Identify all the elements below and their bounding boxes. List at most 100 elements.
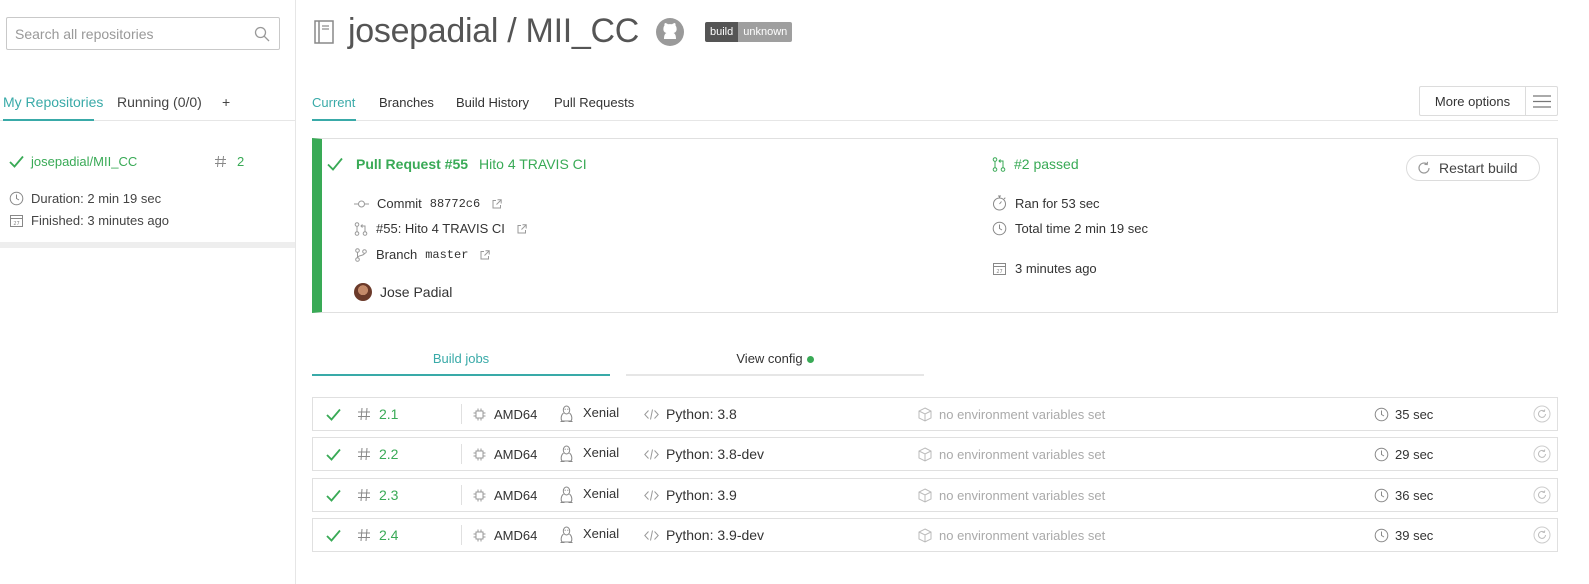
author-name: Jose Padial: [380, 284, 453, 300]
check-icon: [326, 519, 341, 551]
pull-request-link[interactable]: Pull Request #55: [356, 156, 468, 172]
github-icon[interactable]: [655, 17, 685, 47]
search-input[interactable]: [7, 18, 237, 49]
restart-job-icon[interactable]: [1533, 438, 1551, 470]
restart-job-icon[interactable]: [1533, 519, 1551, 551]
tab-build-history[interactable]: Build History: [456, 95, 529, 110]
tab-current[interactable]: Current: [312, 95, 355, 110]
job-os: Xenial: [583, 444, 620, 460]
job-tabs: Build jobs View config: [312, 345, 932, 377]
main-tabs: Current Branches Build History Pull Requ…: [312, 86, 1558, 121]
build-status-link[interactable]: #2 passed: [1014, 156, 1079, 172]
job-language: Python: 3.8: [666, 406, 737, 422]
search-box[interactable]: [6, 17, 280, 50]
avatar: [354, 283, 372, 301]
cpu-icon: [473, 398, 486, 430]
tab-my-repositories[interactable]: My Repositories: [3, 94, 103, 110]
external-link-icon[interactable]: [517, 223, 527, 234]
linux-icon: [559, 519, 574, 551]
pull-request-number-link[interactable]: #55: Hito 4 TRAVIS CI: [376, 221, 505, 236]
repo-list-item[interactable]: josepadial/MII_CC 2 Duration: 2 min 19 s…: [0, 140, 295, 248]
check-icon: [326, 479, 341, 511]
job-duration: 36 sec: [1395, 487, 1434, 503]
linux-icon: [559, 398, 574, 430]
job-number-link[interactable]: 2.1: [379, 398, 398, 430]
restart-build-button[interactable]: Restart build: [1406, 155, 1540, 181]
restart-build-label: Restart build: [1439, 160, 1518, 176]
tab-add[interactable]: +: [222, 94, 230, 110]
restart-job-icon[interactable]: [1533, 479, 1551, 511]
tab-view-config[interactable]: View config: [626, 345, 924, 376]
config-status-dot: [806, 356, 814, 364]
external-link-icon[interactable]: [480, 249, 491, 260]
tab-build-jobs[interactable]: Build jobs: [312, 345, 610, 376]
divider: [461, 485, 462, 505]
job-row[interactable]: 2.1 AMD64 Xenial Python: 3.8 no environm…: [312, 397, 1558, 431]
env-box-icon: [918, 479, 932, 511]
job-row[interactable]: 2.3 AMD64 Xenial Python: 3.9 no environm…: [312, 478, 1558, 512]
cpu-icon: [473, 479, 486, 511]
job-os: Xenial: [583, 485, 620, 501]
linux-icon: [559, 438, 574, 470]
code-icon: [644, 479, 659, 511]
repo-finished: Finished: 3 minutes ago: [31, 213, 170, 228]
job-language: Python: 3.8-dev: [666, 446, 765, 462]
job-env: no environment variables set: [939, 446, 1106, 462]
check-icon: [326, 438, 341, 470]
more-options-button[interactable]: More options: [1419, 86, 1558, 116]
job-number-link[interactable]: 2.3: [379, 479, 398, 511]
repo-book-icon: [312, 19, 336, 45]
tab-branches[interactable]: Branches: [379, 95, 434, 110]
calendar-icon: 27: [9, 213, 24, 228]
job-env: no environment variables set: [939, 487, 1106, 503]
badge-value: unknown: [738, 21, 793, 42]
job-duration: 35 sec: [1395, 406, 1434, 422]
commit-hash-link[interactable]: 88772c6: [430, 197, 480, 211]
linux-icon: [559, 479, 574, 511]
commit-icon: [354, 199, 369, 209]
restart-job-icon[interactable]: [1533, 398, 1551, 430]
svg-text:27: 27: [996, 269, 1002, 275]
restart-icon: [1417, 161, 1431, 175]
job-number-link[interactable]: 2.2: [379, 438, 398, 470]
repo-name-link[interactable]: josepadial/MII_CC: [31, 154, 137, 169]
env-box-icon: [918, 519, 932, 551]
active-tab-indicator: [3, 119, 94, 121]
search-icon[interactable]: [254, 26, 270, 42]
job-row[interactable]: 2.2 AMD64 Xenial Python: 3.8-dev no envi…: [312, 437, 1558, 471]
cpu-icon: [473, 519, 486, 551]
job-arch: AMD64: [494, 487, 538, 503]
job-duration: 39 sec: [1395, 527, 1434, 543]
job-arch: AMD64: [494, 446, 538, 462]
code-icon: [644, 398, 659, 430]
tab-running[interactable]: Running (0/0): [117, 94, 202, 110]
sidebar: My Repositories Running (0/0) + josepadi…: [0, 0, 296, 584]
external-link-icon[interactable]: [492, 198, 502, 209]
ran-for: Ran for 53 sec: [1015, 195, 1100, 211]
hash-icon: [357, 438, 371, 470]
total-time: Total time 2 min 19 sec: [1015, 221, 1148, 236]
pull-request-icon: [992, 156, 1006, 172]
tab-pull-requests[interactable]: Pull Requests: [554, 95, 634, 110]
job-duration: 29 sec: [1395, 446, 1434, 462]
build-status-badge[interactable]: build unknown: [705, 21, 793, 42]
check-icon: [327, 157, 343, 171]
active-tab-indicator: [312, 119, 356, 121]
repo-duration: Duration: 2 min 19 sec: [31, 191, 162, 206]
pull-request-icon: [354, 221, 368, 236]
hamburger-icon[interactable]: [1525, 87, 1557, 115]
job-language: Python: 3.9: [666, 487, 737, 503]
job-row[interactable]: 2.4 AMD64 Xenial Python: 3.9-dev no envi…: [312, 518, 1558, 552]
job-language: Python: 3.9-dev: [666, 527, 765, 543]
job-os: Xenial: [583, 525, 620, 541]
job-env: no environment variables set: [939, 406, 1106, 422]
pull-request-title[interactable]: Hito 4 TRAVIS CI: [479, 156, 587, 172]
repo-build-number[interactable]: 2: [237, 154, 244, 169]
job-number-link[interactable]: 2.4: [379, 519, 398, 551]
clock-icon: [9, 191, 24, 206]
branch-name-link[interactable]: master: [425, 248, 468, 262]
clock-icon: [992, 221, 1007, 236]
calendar-icon: 27: [992, 261, 1007, 276]
tab-build-jobs-label: Build jobs: [432, 351, 490, 366]
clock-icon: [1374, 479, 1389, 511]
